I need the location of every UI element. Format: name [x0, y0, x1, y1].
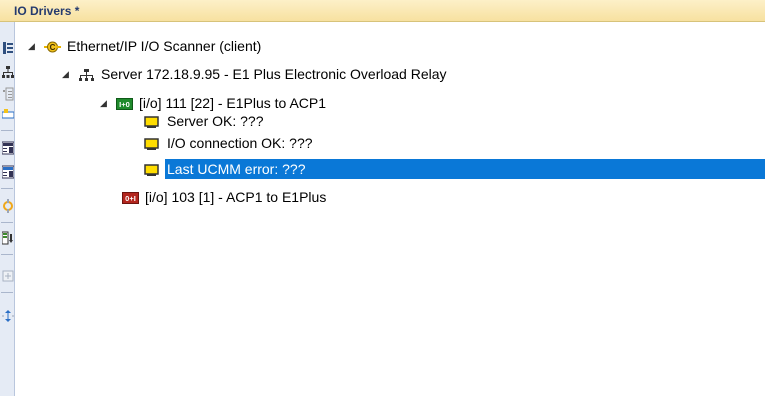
vertical-toolbar — [0, 22, 15, 396]
refresh-icon[interactable] — [1, 198, 14, 214]
move-icon[interactable] — [1, 308, 14, 324]
output-block-icon: 0+I — [122, 190, 139, 204]
toolbar-separator — [1, 292, 13, 293]
input-badge: I+0 — [119, 100, 130, 109]
input-block-icon: I+0 — [116, 96, 133, 110]
status-label: I/O connection OK: ??? — [167, 135, 313, 151]
tree-node-scanner[interactable]: ◢ C Ethernet/IP I/O Scanner (client) — [28, 36, 263, 56]
network-icon[interactable] — [1, 64, 14, 80]
collapse-arrow-icon[interactable]: ◢ — [28, 41, 38, 51]
status-label: Server OK: ??? — [167, 113, 264, 129]
output-badge: 0+I — [125, 194, 136, 203]
connect-icon[interactable] — [1, 106, 14, 122]
tree-node-server[interactable]: ◢ Server 172.18.9.95 - E1 Plus Electroni… — [62, 64, 449, 84]
properties-icon[interactable] — [1, 86, 14, 102]
input-block-label: [i/o] 111 [22] - E1Plus to ACP1 — [139, 95, 327, 111]
collapse-arrow-icon[interactable]: ◢ — [100, 98, 110, 108]
toolbar-separator — [1, 254, 13, 255]
io-driver-tree: ◢ C Ethernet/IP I/O Scanner (client) ◢ S… — [16, 22, 765, 396]
export-icon[interactable] — [1, 164, 14, 180]
add-icon[interactable] — [1, 268, 14, 284]
status-label: Last UCMM error: ??? — [165, 159, 308, 179]
io-drivers-panel: IO Drivers * ◢ C Ethernet/IP I/O Scanner… — [0, 0, 765, 396]
toolbar-separator — [1, 130, 13, 131]
status-tag-icon — [144, 114, 161, 128]
panel-title: IO Drivers * — [0, 0, 765, 22]
tree-node-status-io-connection[interactable]: I/O connection OK: ??? — [144, 133, 315, 153]
toolbar-separator — [1, 188, 13, 189]
toolbar-separator — [1, 222, 13, 223]
tree-view-icon[interactable] — [1, 40, 14, 56]
server-label: Server 172.18.9.95 - E1 Plus Electronic … — [101, 66, 447, 82]
tree-node-input-block[interactable]: ◢ I+0 [i/o] 111 [22] - E1Plus to ACP1 — [100, 93, 328, 113]
download-icon[interactable] — [1, 230, 14, 246]
tree-node-output-block[interactable]: 0+I [i/o] 103 [1] - ACP1 to E1Plus — [122, 187, 328, 207]
output-block-label: [i/o] 103 [1] - ACP1 to E1Plus — [145, 189, 327, 205]
tree-node-status-last-ucmm-error[interactable]: Last UCMM error: ??? — [144, 159, 308, 179]
svg-text:C: C — [50, 43, 56, 52]
status-tag-icon — [144, 136, 161, 150]
scanner-client-icon: C — [44, 39, 61, 53]
import-icon[interactable] — [1, 140, 14, 156]
status-tag-icon — [144, 162, 161, 176]
server-network-icon — [78, 67, 95, 81]
collapse-arrow-icon[interactable]: ◢ — [62, 69, 72, 79]
tree-node-status-server-ok[interactable]: Server OK: ??? — [144, 111, 266, 131]
scanner-label: Ethernet/IP I/O Scanner (client) — [67, 38, 262, 54]
